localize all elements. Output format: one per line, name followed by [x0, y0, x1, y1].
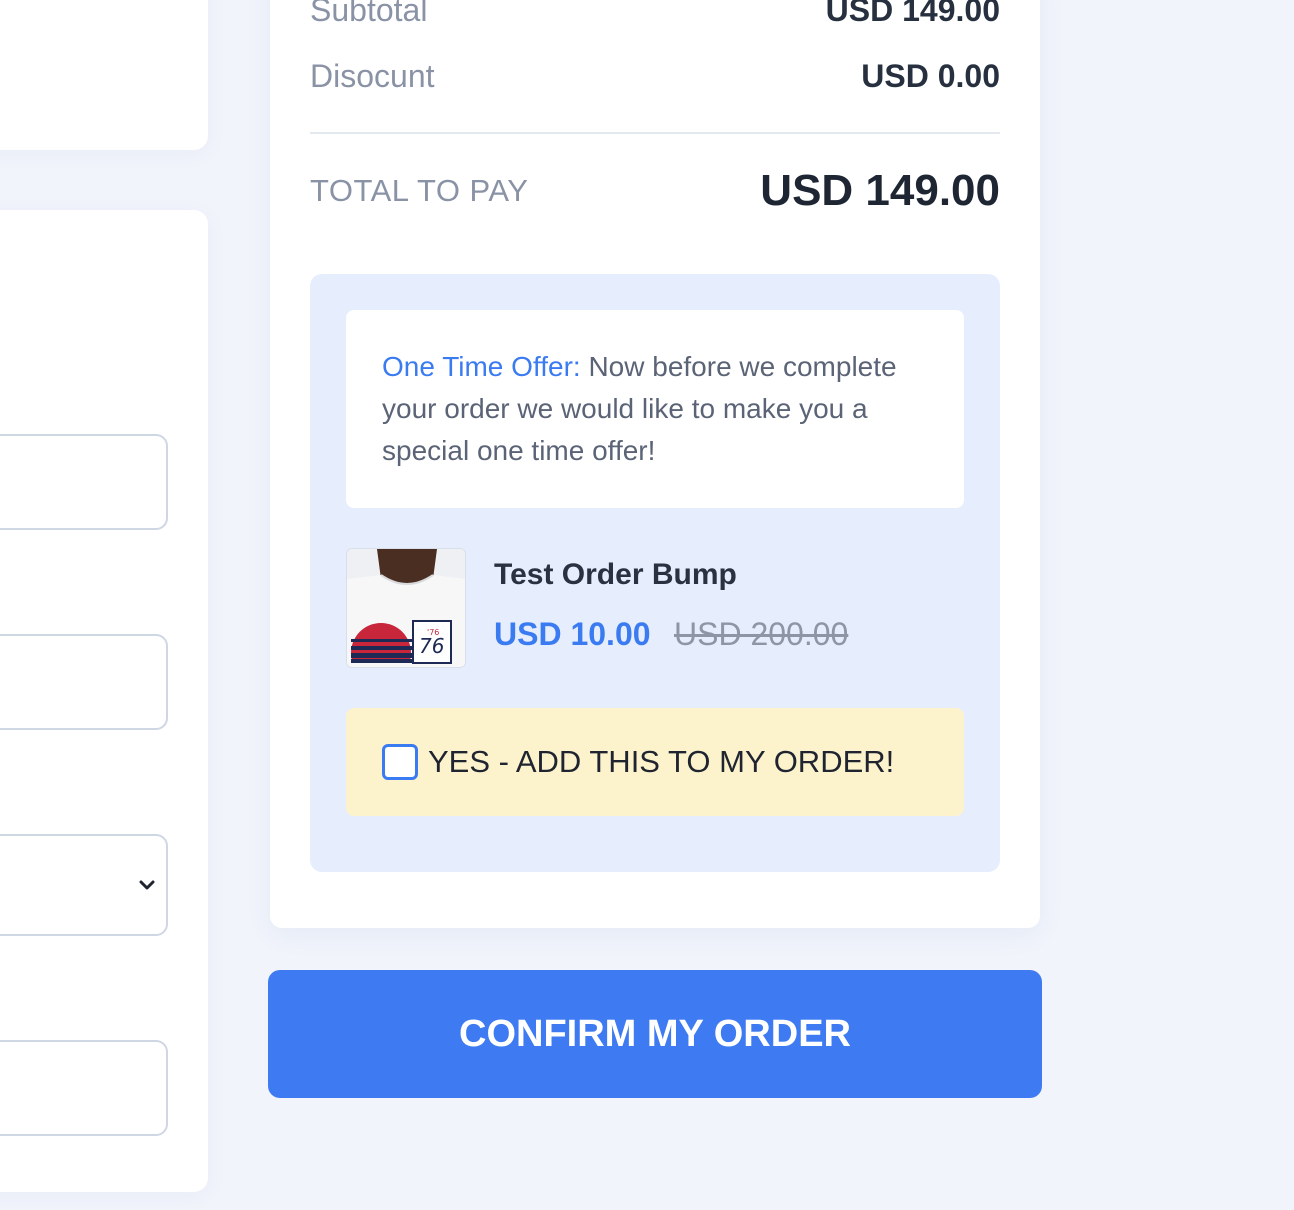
total-label: TOTAL TO PAY	[310, 173, 529, 208]
order-summary-card: Subtotal USD 149.00 Disocunt USD 0.00 TO…	[270, 0, 1040, 928]
svg-text:76: 76	[419, 634, 444, 658]
form-input-1[interactable]	[0, 434, 168, 530]
confirm-order-button[interactable]: CONFIRM MY ORDER	[268, 970, 1042, 1098]
form-select[interactable]	[0, 834, 168, 936]
subtotal-row: Subtotal USD 149.00	[310, 0, 1000, 29]
tshirt-image-icon: 76 '76	[347, 549, 465, 667]
checkout-page: Subtotal USD 149.00 Disocunt USD 0.00 TO…	[0, 0, 1294, 1210]
chevron-down-icon	[139, 880, 155, 890]
subtotal-label: Subtotal	[310, 0, 428, 28]
order-bump-panel: One Time Offer: Now before we complete y…	[310, 274, 1000, 872]
summary-divider	[310, 132, 1000, 134]
form-card-top	[0, 0, 208, 150]
svg-text:'76: '76	[427, 628, 439, 637]
discount-row: Disocunt USD 0.00	[310, 58, 1000, 95]
product-original-price: USD 200.00	[674, 616, 849, 652]
product-name: Test Order Bump	[494, 558, 737, 591]
add-to-order-option[interactable]: YES - ADD THIS TO MY ORDER!	[346, 708, 964, 816]
tshirt-product-image: 76 '76	[346, 548, 466, 668]
add-to-order-label[interactable]: YES - ADD THIS TO MY ORDER!	[428, 744, 894, 780]
discount-label: Disocunt	[310, 58, 435, 94]
discount-value: USD 0.00	[861, 58, 1000, 94]
add-to-order-checkbox[interactable]	[382, 744, 418, 780]
form-input-2[interactable]	[0, 634, 168, 730]
total-row: TOTAL TO PAY USD 149.00	[310, 166, 1000, 216]
total-value: USD 149.00	[760, 166, 1000, 215]
product-price: USD 10.00	[494, 616, 651, 652]
one-time-offer-box: One Time Offer: Now before we complete y…	[346, 310, 964, 508]
form-input-4[interactable]	[0, 1040, 168, 1136]
subtotal-value: USD 149.00	[825, 0, 1000, 28]
offer-highlight: One Time Offer:	[382, 351, 581, 382]
